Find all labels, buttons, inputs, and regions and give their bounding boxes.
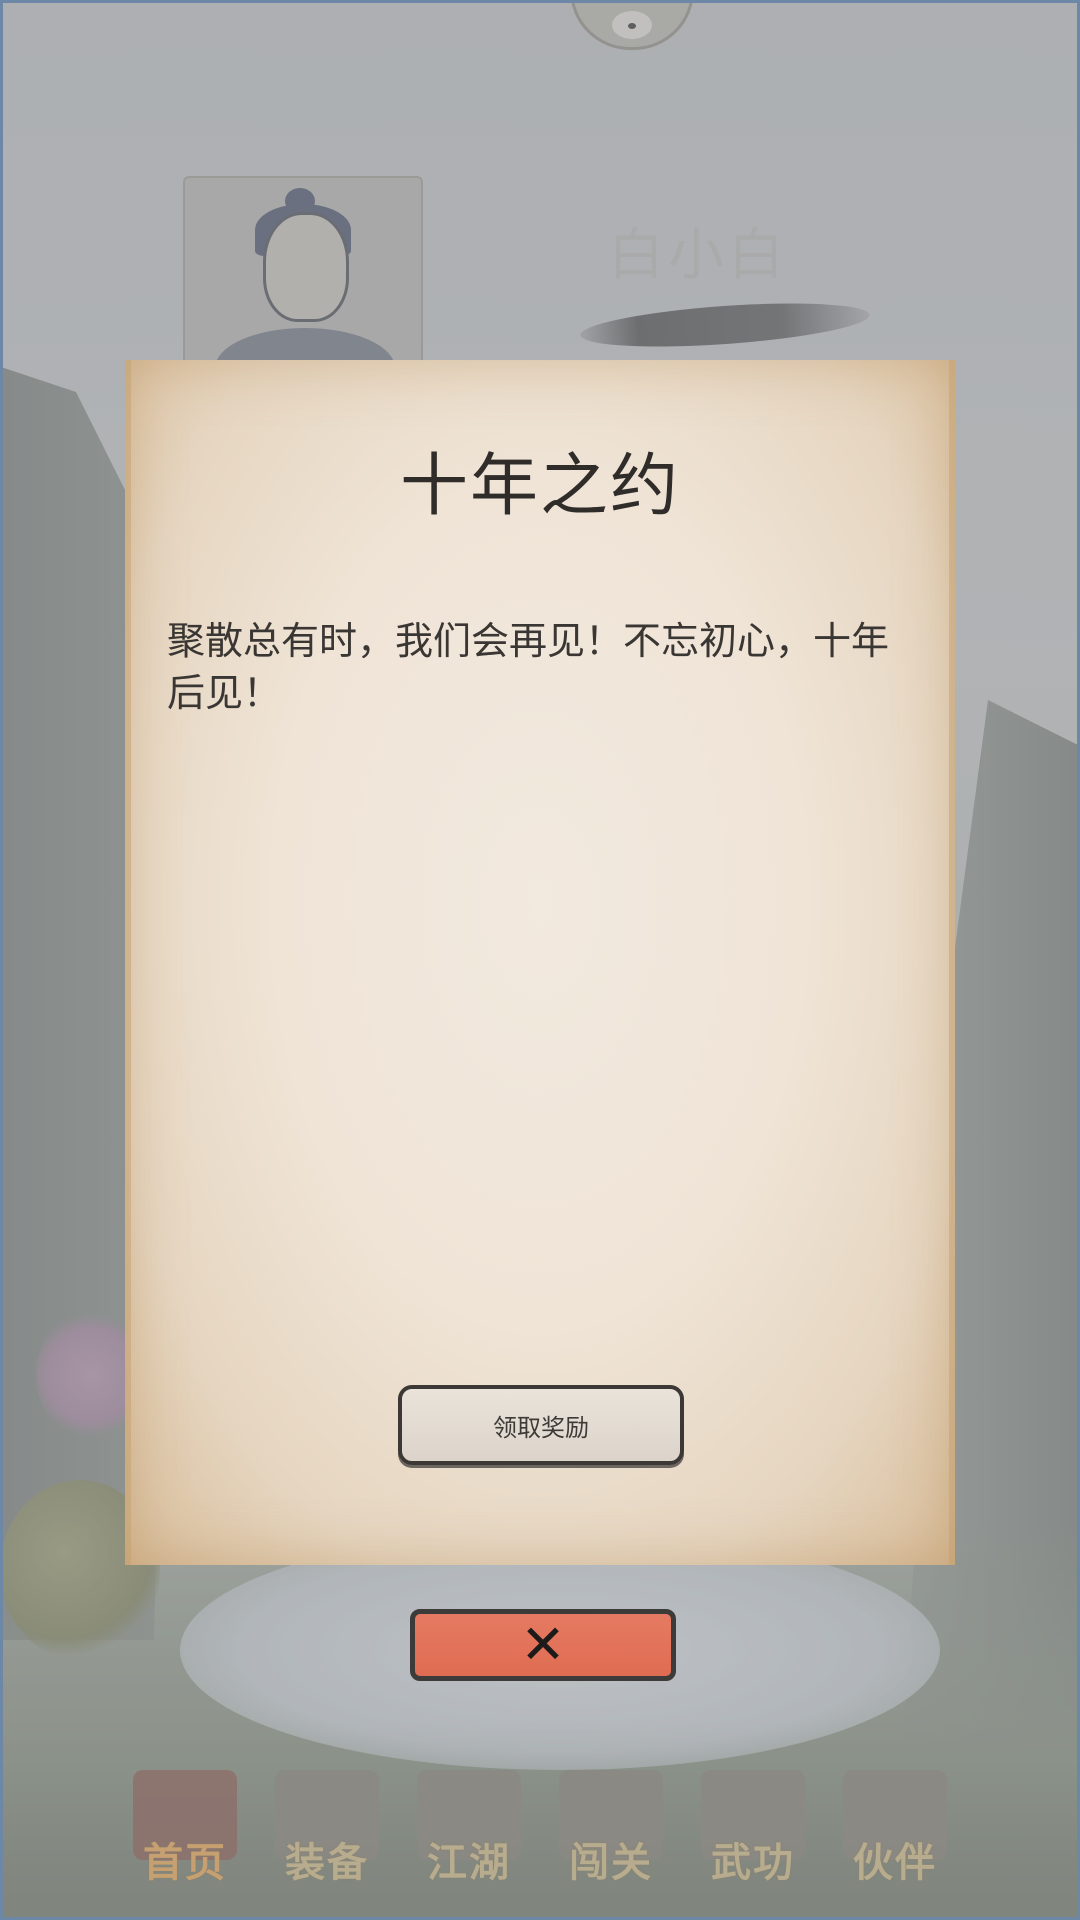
nav-label: 伙伴 — [853, 1839, 937, 1886]
nav-label: 江湖 — [427, 1839, 511, 1886]
claim-reward-button[interactable]: 领取奖励 — [398, 1385, 684, 1465]
nav-label: 武功 — [711, 1839, 795, 1886]
popup-message: 聚散总有时，我们会再见！不忘初心，十年后见！ — [167, 619, 890, 715]
nav-label: 首页 — [143, 1839, 227, 1886]
close-popup-button[interactable]: ✕ — [410, 1609, 676, 1681]
nav-label: 闯关 — [569, 1839, 653, 1886]
ten-year-promise-popup: 十年之约 聚散总有时，我们会再见！不忘初心，十年后见！ 领取奖励 — [125, 360, 955, 1565]
close-x-icon: ✕ — [520, 1613, 566, 1676]
game-screen: 白小白 首页 装备 江湖 闯关 武功 伙伴 十年之约 聚散总有时，我们会再见！不… — [0, 0, 1080, 1920]
popup-title: 十年之约 — [399, 447, 680, 526]
nav-label: 装备 — [285, 1839, 369, 1886]
